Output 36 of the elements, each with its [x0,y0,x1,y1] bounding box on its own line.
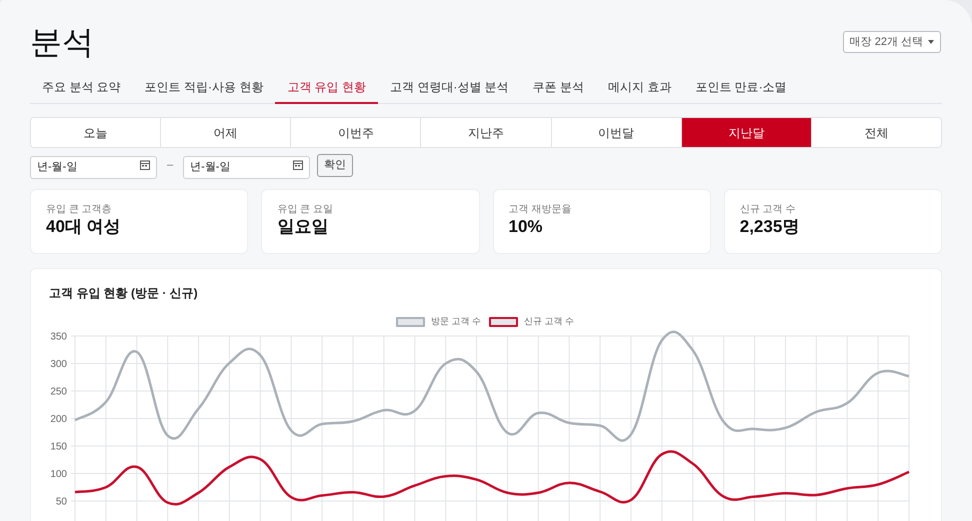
stat-value: 일요일 [277,216,328,238]
analysis-tab[interactable]: 고객 연령대·성별 분석 [378,72,521,104]
y-axis-label: 100 [50,469,67,480]
stat-label: 유입 큰 요일 [277,203,333,216]
analysis-tab[interactable]: 포인트 만료·소멸 [683,72,799,104]
y-axis-label: 350 [50,332,67,342]
stat-value: 2,235명 [740,216,800,238]
y-axis-label: 50 [56,496,67,508]
stat-label: 유입 큰 고객층 [46,203,112,216]
stat-label: 고객 재방문율 [508,203,572,216]
analysis-tab[interactable]: 쿠폰 분석 [520,72,596,104]
period-tab[interactable]: 오늘 [31,118,162,147]
legend-label: 신규 고객 수 [524,315,574,328]
legend-label: 방문 고객 수 [430,315,481,328]
confirm-button[interactable]: 확인 [317,154,354,177]
chart-title: 고객 유입 현황 (방문 · 신규) [49,285,198,302]
analysis-tab[interactable]: 고객 유입 현황 [275,72,378,104]
y-axis-label: 300 [50,359,67,370]
stat-label: 신규 고객 수 [740,203,796,216]
page-title: 분석 [30,23,94,62]
caret-icon [928,40,934,44]
period-tab[interactable]: 지난달 [682,118,812,147]
analysis-tab[interactable]: 메시지 효과 [596,72,684,104]
analysis-tab[interactable]: 포인트 적립·사용 현황 [132,72,276,104]
date-field[interactable]: 년-월-일 [183,156,310,178]
stat-value: 40대 여성 [46,216,121,238]
store-select[interactable]: 매장 22개 선택 [842,31,941,53]
y-axis-label: 250 [50,386,67,398]
date-field[interactable]: 년-월-일 [30,156,157,178]
range-separator: – [167,158,174,174]
y-axis-label: 200 [50,414,67,425]
stat-value: 10% [508,216,543,238]
calendar-icon[interactable] [293,160,304,170]
calendar-icon[interactable] [140,160,150,170]
y-axis-label: 150 [50,442,67,452]
analysis-tab[interactable]: 주요 분석 요약 [30,72,133,104]
